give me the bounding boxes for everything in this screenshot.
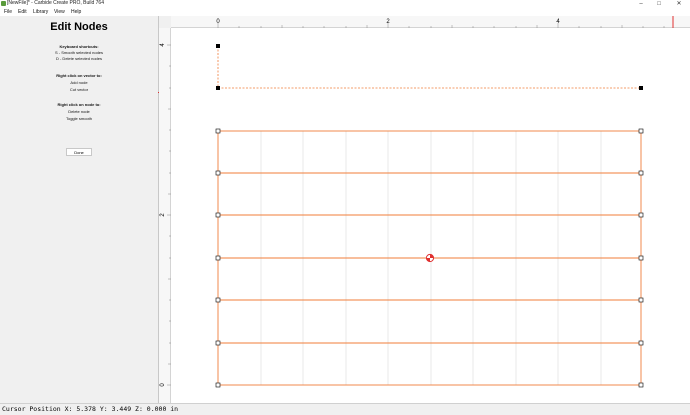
- canvas-background: [171, 28, 690, 403]
- done-button[interactable]: Done: [66, 148, 92, 156]
- shortcuts-header: Keyboard shortcuts:: [59, 44, 99, 49]
- node[interactable]: [215, 212, 221, 218]
- status-bar: Cursor Position X: 5.378 Y: 3.449 Z: 0.0…: [0, 403, 690, 415]
- node[interactable]: [215, 340, 221, 346]
- minimize-button[interactable]: –: [634, 0, 648, 8]
- node[interactable]: [215, 170, 221, 176]
- origin-target-icon: [425, 253, 435, 263]
- node-selected[interactable]: [639, 86, 643, 90]
- shortcut-smooth: S - Smooth selected nodes: [54, 50, 104, 55]
- design-canvas[interactable]: 0 2 4 4 2 0: [159, 16, 690, 403]
- node-selected[interactable]: [216, 44, 220, 48]
- menu-help[interactable]: Help: [71, 8, 81, 16]
- node-selected[interactable]: [216, 86, 220, 90]
- edit-nodes-panel: Edit Nodes Keyboard shortcuts: S - Smoot…: [0, 16, 159, 403]
- top-ruler: 0 2 4: [171, 16, 690, 28]
- window-title: [NewFile]* - Carbide Create PRO, Build 7…: [7, 0, 104, 6]
- node[interactable]: [215, 255, 221, 261]
- title-bar: [NewFile]* - Carbide Create PRO, Build 7…: [0, 0, 690, 8]
- menu-edit[interactable]: Edit: [18, 8, 27, 16]
- node[interactable]: [638, 170, 644, 176]
- menu-file[interactable]: File: [4, 8, 12, 16]
- menu-view[interactable]: View: [54, 8, 65, 16]
- close-button[interactable]: ✕: [672, 0, 686, 8]
- delete-node-hint: Delete node: [68, 109, 90, 114]
- left-ruler: 4 2 0: [159, 28, 171, 403]
- node[interactable]: [638, 255, 644, 261]
- cut-vector-hint: Cut vector: [69, 87, 89, 92]
- add-node-hint: Add node: [70, 80, 88, 85]
- design-canvas-area[interactable]: 0 2 4 4 2 0: [159, 16, 690, 403]
- menu-library[interactable]: Library: [33, 8, 48, 16]
- node[interactable]: [215, 297, 221, 303]
- panel-title: Edit Nodes: [50, 21, 108, 33]
- node[interactable]: [638, 382, 644, 388]
- shortcut-delete: D - Delete selected nodes: [55, 56, 103, 61]
- node-header: Right click on node to:: [57, 102, 101, 107]
- vector-header: Right click on vector to:: [56, 73, 102, 78]
- node[interactable]: [638, 297, 644, 303]
- node[interactable]: [215, 128, 221, 134]
- node[interactable]: [638, 128, 644, 134]
- node[interactable]: [638, 212, 644, 218]
- node[interactable]: [638, 340, 644, 346]
- menu-bar: File Edit Library View Help: [0, 8, 690, 16]
- toggle-smooth-hint: Toggle smooth: [65, 116, 92, 121]
- maximize-button[interactable]: □: [652, 0, 666, 8]
- cursor-position-readout: Cursor Position X: 5.378 Y: 3.449 Z: 0.0…: [2, 405, 179, 413]
- node[interactable]: [215, 382, 221, 388]
- app-icon: [1, 1, 6, 6]
